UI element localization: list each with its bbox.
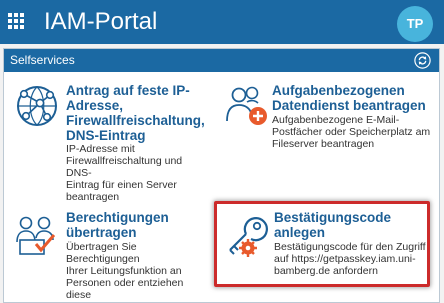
tile-title: Aufgabenbezogenen Datendienst beantragen [272, 83, 426, 113]
users-check-icon [16, 216, 56, 255]
refresh-icon[interactable] [414, 52, 431, 69]
network-globe-icon [17, 86, 57, 126]
tile-title: Berechtigungen übertragen [66, 210, 169, 240]
highlight-frame [214, 201, 430, 287]
top-bar: IAM-Portal TP [0, 0, 444, 44]
app-title: IAM-Portal [44, 8, 158, 35]
users-add-icon [226, 86, 267, 125]
tile-description: Aufgabenbezogene E-Mail- Postfächer oder… [272, 114, 431, 150]
tile-task-data-service[interactable]: Aufgabenbezogenen Datendienst beantragen… [222, 83, 437, 193]
tile-transfer-permissions[interactable]: Berechtigungen übertragen Übertragen Sie… [10, 210, 210, 301]
panel-title: Selfservices [10, 53, 75, 67]
user-avatar[interactable]: TP [397, 6, 433, 42]
tile-description: IP-Adresse mit Firewallfreischaltung und… [66, 143, 183, 203]
tile-description: Übertragen Sie Berechtigungen Ihrer Leit… [66, 241, 184, 301]
tile-fixed-ip-request[interactable]: Antrag auf feste IP- Adresse, Firewallfr… [10, 83, 210, 223]
tile-title: Antrag auf feste IP- Adresse, Firewallfr… [66, 83, 205, 143]
apps-grid-icon[interactable] [8, 13, 24, 29]
panel-header: Selfservices [4, 49, 439, 72]
